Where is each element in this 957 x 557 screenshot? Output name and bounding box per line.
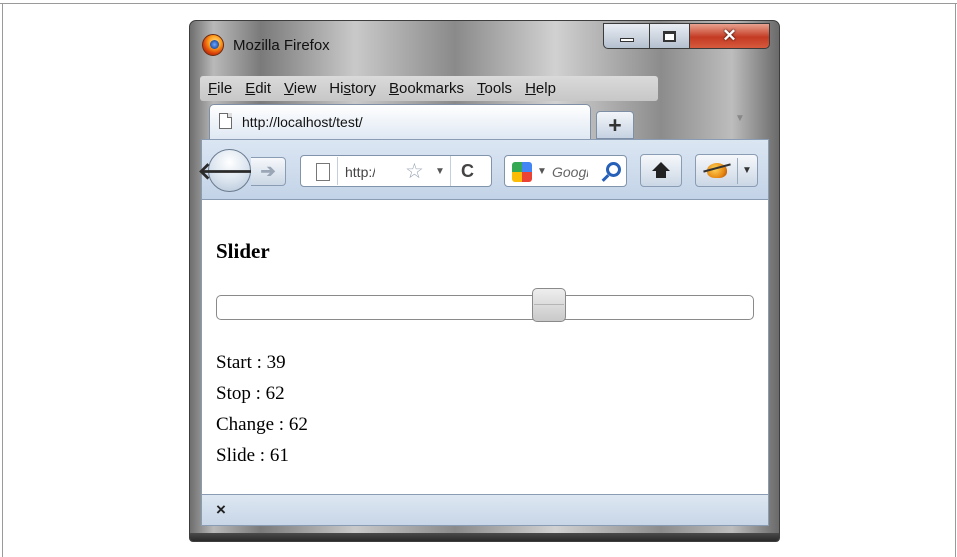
- maximize-button[interactable]: [649, 23, 689, 49]
- status-bar: ×: [201, 494, 769, 526]
- search-bar[interactable]: ▼ Google: [504, 155, 627, 187]
- forward-arrow-icon: ➔: [260, 161, 276, 181]
- firefox-logo-icon: [202, 34, 224, 56]
- home-button[interactable]: [640, 154, 682, 187]
- window-caption-buttons: ✕: [603, 23, 770, 49]
- close-button[interactable]: ✕: [689, 23, 770, 49]
- search-input[interactable]: Google: [552, 164, 588, 180]
- menu-edit[interactable]: Edit: [245, 80, 271, 97]
- tab-localhost-test[interactable]: http://localhost/test/: [209, 104, 591, 139]
- change-value-text: Change : 62: [216, 414, 308, 435]
- page-content: Slider Start : 39 Stop : 62 Change : 62 …: [201, 200, 769, 494]
- stop-value-text: Stop : 62: [216, 383, 285, 404]
- figure-border-right: [955, 3, 956, 557]
- browser-window: Mozilla Firefox ✕ File Edit View History…: [189, 20, 780, 542]
- slider-handle[interactable]: [532, 288, 567, 322]
- url-input[interactable]: http://localhost/test/: [345, 164, 375, 180]
- figure-border-top: [0, 3, 957, 4]
- firebug-button[interactable]: ▼: [695, 154, 758, 187]
- home-icon: [652, 162, 670, 178]
- start-value-text: Start : 39: [216, 352, 286, 373]
- menu-tools[interactable]: Tools: [477, 80, 512, 97]
- menu-history[interactable]: History: [329, 80, 376, 97]
- tab-title: http://localhost/test/: [242, 114, 363, 130]
- maximize-icon: [663, 30, 676, 42]
- firebug-icon: [707, 163, 727, 178]
- url-history-dropdown-icon[interactable]: ▼: [435, 166, 445, 177]
- new-tab-button[interactable]: +: [596, 111, 634, 139]
- page-icon: [219, 113, 232, 129]
- close-icon: ✕: [722, 26, 737, 45]
- minimize-icon: [619, 38, 634, 42]
- forward-button[interactable]: ➔: [251, 157, 286, 186]
- google-icon[interactable]: [512, 162, 532, 182]
- site-identity-icon[interactable]: [307, 157, 338, 185]
- reload-icon[interactable]: C: [450, 156, 484, 186]
- menu-help[interactable]: Help: [525, 80, 556, 97]
- search-icon[interactable]: [599, 157, 625, 185]
- slider-track[interactable]: [216, 288, 754, 322]
- star-icon[interactable]: ☆: [405, 159, 424, 184]
- menu-file[interactable]: File: [208, 80, 232, 97]
- back-button[interactable]: 🡐: [197, 149, 262, 192]
- slide-value-text: Slide : 61: [216, 445, 289, 466]
- menu-bar: File Edit View History Bookmarks Tools H…: [200, 76, 658, 101]
- list-all-tabs-icon[interactable]: ▼: [735, 113, 745, 124]
- navigation-toolbar: 🡐 ➔ http://localhost/test/ ☆ ▼ C ▼ Googl…: [197, 139, 769, 200]
- search-engine-dropdown-icon[interactable]: ▼: [537, 166, 547, 177]
- page-heading: Slider: [216, 239, 270, 263]
- url-bar[interactable]: http://localhost/test/ ☆ ▼ C: [300, 155, 492, 187]
- firebug-dropdown-icon[interactable]: ▼: [742, 165, 752, 176]
- menu-view[interactable]: View: [284, 80, 316, 97]
- button-divider: [737, 158, 738, 184]
- menu-bookmarks[interactable]: Bookmarks: [389, 80, 464, 97]
- figure-border-left: [2, 3, 3, 557]
- window-title: Mozilla Firefox: [233, 37, 330, 54]
- close-status-button[interactable]: ×: [216, 500, 226, 520]
- minimize-button[interactable]: [603, 23, 649, 49]
